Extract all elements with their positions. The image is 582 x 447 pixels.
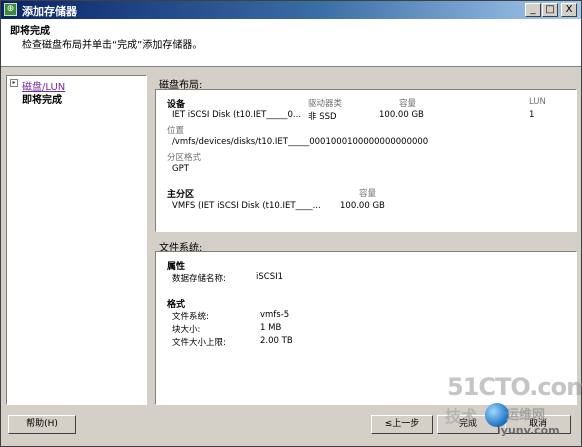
capacity-header: 容量 (399, 99, 417, 109)
datastore-name-label: 数据存储名称: (172, 274, 226, 284)
format-header: 格式 (167, 300, 186, 310)
title-bar[interactable]: ⊕ 添加存储器 _ □ X (1, 1, 581, 19)
primary-capacity-header: 容量 (359, 189, 377, 199)
fs-label: 文件系统: (172, 312, 209, 322)
partition-format-label: 分区格式 (167, 153, 202, 163)
lun-value: 1 (529, 110, 535, 120)
window-title: 添加存储器 (22, 5, 77, 18)
add-storage-window: ⊕ 添加存储器 _ □ X 即将完成 检查磁盘布局并单击“完成”添加存储器。 ▸… (0, 0, 582, 447)
capacity-value: 100.00 GB (379, 110, 424, 120)
partition-format-value: GPT (172, 164, 189, 174)
max-file-size-label: 文件大小上限: (172, 338, 226, 348)
close-button[interactable]: X (561, 3, 577, 17)
location-label: 位置 (167, 126, 185, 136)
block-size-value: 1 MB (260, 323, 282, 333)
watermark-iyunv: iyunv.com (497, 424, 560, 437)
location-value: /vmfs/devices/disks/t10.IET_____00010001… (172, 137, 429, 147)
max-file-size-value: 2.00 TB (260, 336, 293, 346)
page-subtitle: 检查磁盘布局并单击“完成”添加存储器。 (22, 40, 203, 51)
watermark-yunweiwang: 运维网 (506, 408, 546, 423)
lun-header: LUN (529, 97, 546, 107)
block-size-label: 块大小: (172, 325, 201, 335)
fs-value: vmfs-5 (260, 310, 290, 320)
wizard-steps-nav: ▸ 磁盘/LUN 即将完成 (6, 75, 147, 405)
maximize-button[interactable]: □ (542, 3, 558, 17)
primary-capacity-value: 100.00 GB (340, 201, 385, 211)
watermark-jishu: 技术 (445, 407, 478, 426)
app-icon: ⊕ (4, 3, 17, 16)
watermark-51cto: 51CTO.com (447, 373, 582, 401)
page-title: 即将完成 (10, 26, 50, 37)
device-header: 设备 (167, 100, 186, 110)
drive-type-header: 驱动器类 (308, 99, 343, 109)
properties-header: 属性 (167, 262, 186, 272)
wizard-header: 即将完成 检查磁盘布局并单击“完成”添加存储器。 (1, 19, 581, 67)
primary-partition-header: 主分区 (167, 190, 195, 200)
disk-layout-panel: 设备 驱动器类 容量 LUN IET iSCSI Disk (t10.IET__… (155, 89, 577, 232)
expand-arrow-icon[interactable]: ▸ (10, 79, 18, 87)
drive-type-value: 非 SSD (308, 112, 337, 122)
step-ready-to-complete: 即将完成 (22, 95, 62, 106)
help-button[interactable]: 帮助(H) (8, 415, 76, 434)
device-name: IET iSCSI Disk (t10.IET_____0... (172, 110, 302, 120)
datastore-name-value: iSCSI1 (256, 272, 284, 282)
back-button[interactable]: ≤上一步 (371, 415, 433, 434)
minimize-button[interactable]: _ (525, 3, 541, 17)
primary-partition-name: VMFS (IET iSCSI Disk (t10.IET____... (172, 201, 321, 211)
